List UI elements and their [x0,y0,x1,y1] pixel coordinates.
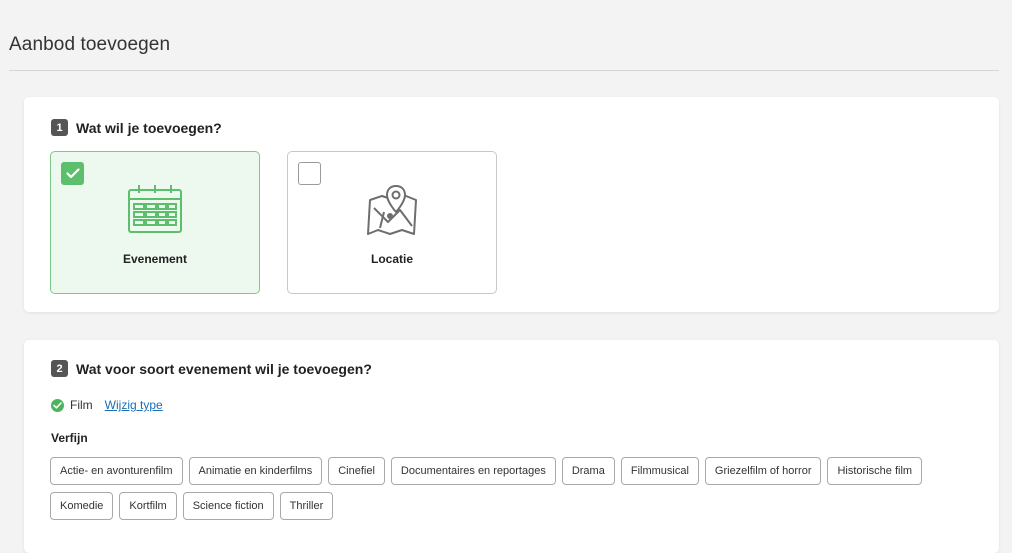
page-title: Aanbod toevoegen [9,34,171,55]
step-2-card: 2 Wat voor soort evenement wil je toevoe… [24,340,999,553]
evenement-label: Evenement [122,252,188,266]
selected-event-type: Film Wijzig type [51,398,163,412]
evenement-checkbox[interactable] [61,162,84,185]
refine-label: Verfijn [51,431,88,445]
step-2-badge: 2 [51,360,68,377]
map-pin-icon [367,185,417,235]
tag-historische-film[interactable]: Historische film [827,457,923,485]
choice-locatie[interactable]: Locatie [287,151,497,294]
tag-drama[interactable]: Drama [561,457,615,485]
locatie-label: Locatie [370,252,413,266]
tag-komedie[interactable]: Komedie [50,492,114,520]
step-1-badge: 1 [51,119,68,136]
step-1-title: Wat wil je toevoegen? [76,119,222,136]
tag-animatie-kinderfilms[interactable]: Animatie en kinderfilms [188,457,323,485]
selected-type-label: Film [70,398,93,412]
step-2-heading: 2 Wat voor soort evenement wil je toevoe… [51,360,372,377]
step-1-heading: 1 Wat wil je toevoegen? [51,119,222,136]
check-circle-icon [51,398,64,412]
change-type-link[interactable]: Wijzig type [105,398,163,412]
tag-filmmusical[interactable]: Filmmusical [620,457,699,485]
calendar-icon [128,185,182,233]
title-divider [9,70,999,71]
tag-actie-avonturenfilm[interactable]: Actie- en avonturenfilm [50,457,183,485]
choice-evenement[interactable]: Evenement [50,151,260,294]
tag-kortfilm[interactable]: Kortfilm [119,492,177,520]
step-2-title: Wat voor soort evenement wil je toevoege… [76,360,372,377]
tag-thriller[interactable]: Thriller [279,492,334,520]
tag-documentaires-reportages[interactable]: Documentaires en reportages [390,457,556,485]
tag-cinefiel[interactable]: Cinefiel [328,457,385,485]
locatie-checkbox[interactable] [298,162,321,185]
tag-science-fiction[interactable]: Science fiction [182,492,274,520]
tag-griezelfilm-horror[interactable]: Griezelfilm of horror [704,457,822,485]
step-1-card: 1 Wat wil je toevoegen? Evenement Locati… [24,97,999,312]
checkmark-icon [65,168,80,179]
genre-tag-list: Actie- en avonturenfilm Animatie en kind… [50,457,950,520]
